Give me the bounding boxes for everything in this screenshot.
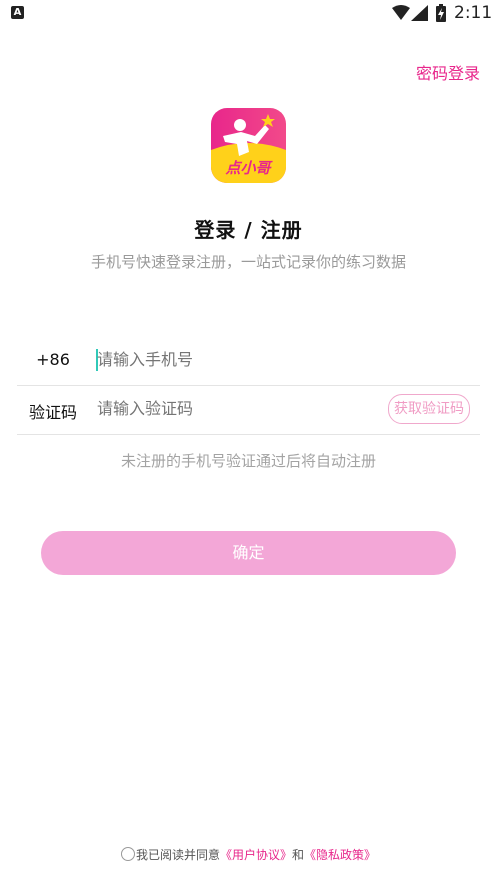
code-input[interactable]: [97, 399, 367, 418]
user-agreement-link[interactable]: 《用户协议》: [220, 848, 292, 862]
agree-radio[interactable]: [120, 847, 135, 861]
status-bar: A 2:11: [0, 0, 497, 28]
app-logo: 点小哥: [211, 108, 286, 183]
status-time: 2:11: [454, 3, 493, 23]
notification-a-icon: A: [11, 6, 24, 19]
logo-text: 点小哥: [224, 159, 273, 177]
confirm-button[interactable]: 确定: [41, 531, 456, 575]
password-login-link[interactable]: 密码登录: [416, 60, 480, 84]
agreement-and: 和: [292, 848, 305, 862]
code-row: 验证码 获取验证码: [17, 386, 480, 435]
agreement-prefix: 我已阅读并同意: [135, 848, 220, 862]
country-code[interactable]: +86: [17, 350, 89, 369]
page-title: 登录 / 注册: [194, 218, 303, 242]
page-subtitle: 手机号快速登录注册，一站式记录你的练习数据: [90, 253, 406, 271]
app-logo-graphic: 点小哥: [211, 108, 286, 183]
battery-charging-icon: [436, 4, 446, 22]
agreement-line: 我已阅读并同意《用户协议》和《隐私政策》: [0, 846, 497, 863]
signal-icon: [411, 5, 428, 21]
get-code-button[interactable]: 获取验证码: [388, 394, 470, 424]
phone-input[interactable]: [97, 350, 367, 369]
phone-row: +86: [17, 337, 480, 386]
register-hint: 未注册的手机号验证通过后将自动注册: [120, 452, 376, 470]
privacy-policy-link[interactable]: 《隐私政策》: [304, 848, 376, 862]
wifi-icon: [392, 5, 410, 20]
code-label: 验证码: [28, 403, 77, 422]
